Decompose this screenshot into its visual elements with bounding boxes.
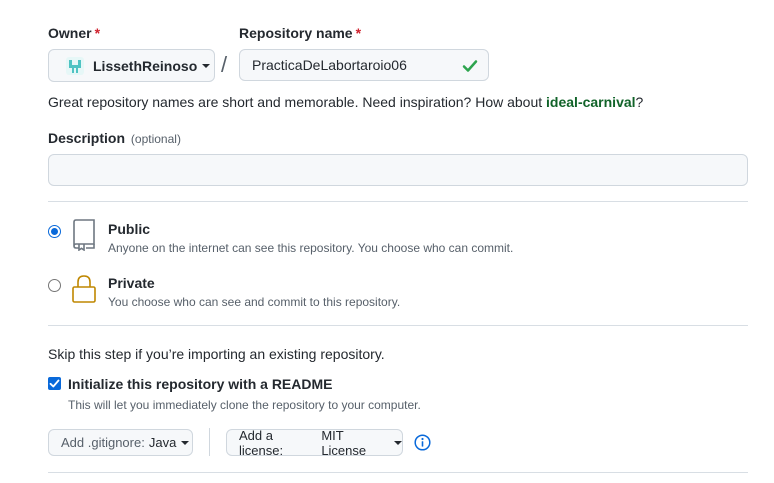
chevron-down-icon [394,440,402,445]
owner-select-button[interactable]: LissethReinoso [48,49,215,82]
chevron-down-icon [181,440,190,445]
owner-label-text: Owner [48,25,92,41]
skip-step-text: Skip this step if you’re importing an ex… [48,346,385,362]
private-title: Private [108,275,155,291]
required-mark: * [94,25,101,41]
divider [48,472,748,473]
suggestion-text: Great repository names are short and mem… [48,94,547,110]
name-suggestion: Great repository names are short and mem… [48,94,643,110]
checkmark-icon [49,379,60,388]
owner-label: Owner * [48,25,100,41]
suggested-name-link[interactable]: ideal-carnival [546,94,636,110]
public-description: Anyone on the internet can see this repo… [108,241,514,255]
license-select-button[interactable]: Add a license: MIT License [226,427,403,458]
divider [48,325,748,326]
private-description: You choose who can see and commit to thi… [108,295,401,309]
check-icon [462,58,478,74]
gitignore-value: Java [148,435,177,450]
description-input[interactable] [48,154,748,186]
readme-label[interactable]: Initialize this repository with a README [68,376,332,392]
readme-note: This will let you immediately clone the … [68,398,421,412]
repo-name-label: Repository name * [239,25,361,41]
owner-repo-separator: / [221,52,228,77]
optional-hint: (optional) [130,132,181,146]
repo-name-value: PracticaDeLabortaroio06 [252,57,407,73]
public-title: Public [108,221,151,237]
description-label: Description (optional) [48,130,181,146]
private-radio[interactable] [48,279,61,292]
public-repo-icon [71,219,97,252]
lock-icon [71,274,97,304]
description-label-text: Description [48,130,126,146]
repo-name-input[interactable]: PracticaDeLabortaroio06 [239,49,489,81]
readme-checkbox[interactable] [48,377,61,390]
repo-name-label-text: Repository name [239,25,353,41]
owner-value: LissethReinoso [93,57,198,74]
owner-avatar-icon [65,56,85,76]
gitignore-select-button[interactable]: Add .gitignore: Java [48,429,193,456]
gitignore-prefix: Add .gitignore: [61,435,145,450]
info-icon[interactable] [414,434,431,451]
required-mark: * [355,25,362,41]
suggestion-end: ? [635,94,644,110]
public-radio[interactable] [48,225,61,238]
vertical-divider [209,428,210,456]
divider [48,201,748,202]
license-prefix: Add a license: [239,427,284,458]
license-value: MIT License [321,427,367,458]
chevron-down-icon [202,63,211,68]
